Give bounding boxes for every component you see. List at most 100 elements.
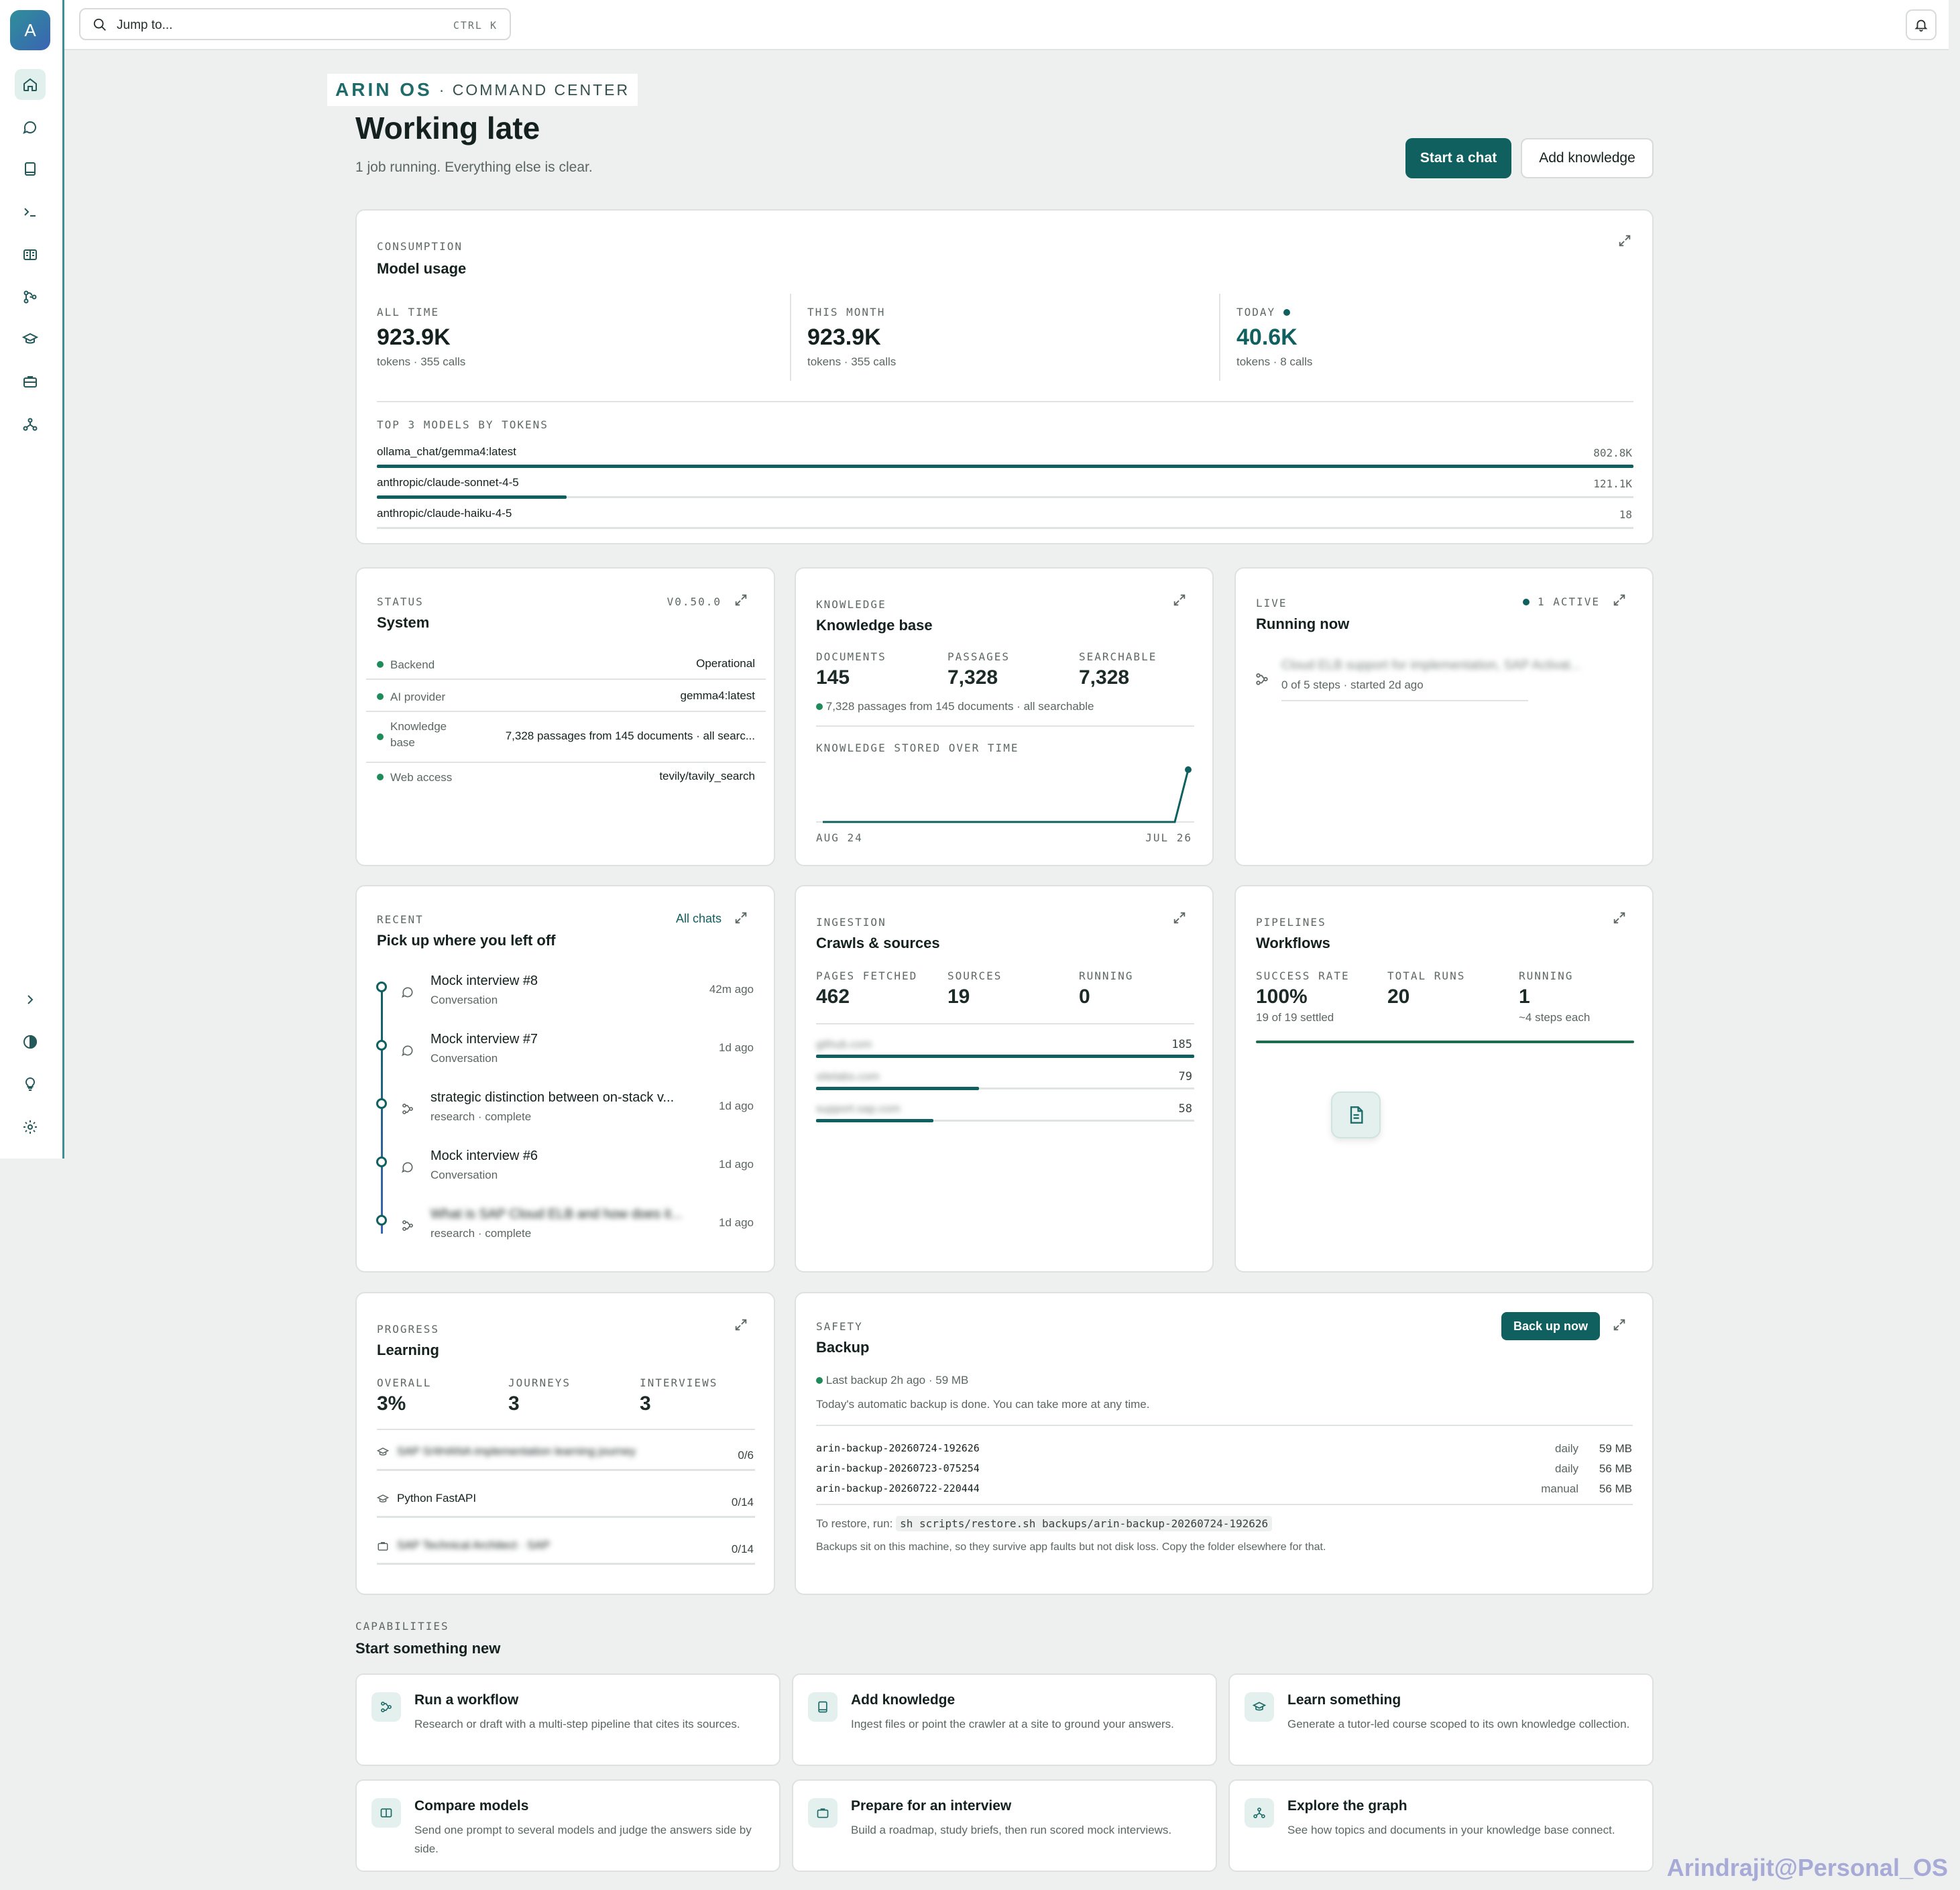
- divider: [366, 678, 766, 680]
- learn-something-card[interactable]: Learn something Generate a tutor-led cour…: [1228, 1673, 1654, 1766]
- timeline-node: [376, 1215, 387, 1226]
- divider: [816, 1425, 1633, 1426]
- backup-file-name[interactable]: arin-backup-20260724-192626: [816, 1442, 980, 1454]
- workflow-icon[interactable]: [15, 282, 46, 312]
- live-title: Running now: [1256, 615, 1350, 632]
- expand-icon[interactable]: [1612, 1317, 1629, 1335]
- start-chat-button[interactable]: Start a chat: [1405, 138, 1511, 178]
- explore-graph-card[interactable]: Explore the graph See how topics and docu…: [1228, 1779, 1654, 1872]
- theme-toggle-icon[interactable]: [15, 1026, 46, 1057]
- stat-value: 1: [1519, 986, 1530, 1008]
- workflows-card: PIPELINES Workflows SUCCESS RATE 100% 19…: [1234, 885, 1654, 1273]
- stat-value: 3%: [377, 1393, 406, 1415]
- system-row: AI provider gemma4:latest: [366, 684, 766, 711]
- model-name: anthropic/claude-haiku-4-5: [377, 507, 512, 520]
- learning-item-name[interactable]: Python FastAPI: [397, 1492, 476, 1505]
- source-name[interactable]: support.sap.com: [816, 1102, 901, 1116]
- capabilities-eyebrow: CAPABILITIES: [355, 1620, 449, 1633]
- capability-description: Send one prompt to several models and ju…: [414, 1824, 752, 1855]
- add-knowledge-card[interactable]: Add knowledge Ingest files or point the c…: [792, 1673, 1217, 1766]
- backup-file-kind: manual: [1541, 1482, 1578, 1495]
- lightbulb-icon[interactable]: [15, 1069, 46, 1100]
- search-shortcut: CTRL K: [453, 19, 498, 32]
- graduation-cap-icon[interactable]: [15, 324, 46, 355]
- compare-icon[interactable]: [15, 239, 46, 270]
- status-dot: [377, 693, 384, 700]
- restore-command[interactable]: sh scripts/restore.sh backups/arin-backu…: [896, 1516, 1273, 1531]
- timeline-node: [376, 1098, 387, 1109]
- stat-value: 923.9K: [807, 324, 881, 350]
- system-row-value: Operational: [696, 657, 755, 670]
- expand-icon[interactable]: [1172, 593, 1190, 610]
- capability-description: Generate a tutor-led course scoped to it…: [1287, 1718, 1630, 1730]
- gear-icon[interactable]: [15, 1112, 46, 1142]
- model-bar: [377, 465, 1633, 468]
- expand-icon[interactable]: [734, 1317, 751, 1335]
- recent-item-time: 1d ago: [719, 1041, 754, 1054]
- recent-item-title[interactable]: What is SAP Cloud ELB and how does it...: [430, 1207, 682, 1222]
- capability-title: Prepare for an interview: [851, 1798, 1012, 1814]
- terminal-icon[interactable]: [15, 196, 46, 227]
- brand-name: ARIN OS: [335, 79, 433, 100]
- source-name[interactable]: github.com: [816, 1038, 872, 1051]
- learning-item-name[interactable]: SAP S/4HANA implementation learning jour…: [397, 1445, 636, 1458]
- notifications-button[interactable]: [1906, 9, 1937, 40]
- backup-file-name[interactable]: arin-backup-20260722-220444: [816, 1482, 980, 1494]
- capability-description: Build a roadmap, study briefs, then run …: [851, 1824, 1172, 1836]
- chat-icon[interactable]: [15, 112, 46, 143]
- page-subtitle: 1 job running. Everything else is clear.: [355, 160, 593, 175]
- briefcase-icon[interactable]: [15, 366, 46, 397]
- expand-icon[interactable]: [734, 593, 751, 610]
- chat-icon: [401, 986, 416, 1000]
- back-up-now-button[interactable]: Back up now: [1501, 1312, 1600, 1340]
- expand-icon[interactable]: [1612, 593, 1629, 610]
- status-dot: [377, 661, 384, 668]
- avatar[interactable]: A: [10, 10, 50, 50]
- search-input[interactable]: Jump to... CTRL K: [79, 8, 511, 40]
- book-icon: [808, 1692, 838, 1722]
- backup-file-name[interactable]: arin-backup-20260723-075254: [816, 1462, 980, 1474]
- stat-label: TODAY: [1236, 306, 1290, 318]
- prepare-interview-card[interactable]: Prepare for an interview Build a roadmap,…: [792, 1779, 1217, 1872]
- chevron-right-icon[interactable]: [15, 984, 46, 1015]
- run-workflow-card[interactable]: Run a workflow Research or draft with a m…: [355, 1673, 781, 1766]
- stat-label: JOURNEYS: [508, 1376, 571, 1389]
- recent-item-title[interactable]: Mock interview #8: [430, 973, 538, 989]
- backup-file-size: 56 MB: [1599, 1482, 1632, 1495]
- recent-item-title[interactable]: Mock interview #6: [430, 1148, 538, 1164]
- capability-title: Learn something: [1287, 1692, 1401, 1708]
- recent-item-title[interactable]: strategic distinction between on-stack v…: [430, 1090, 674, 1106]
- recent-item-title[interactable]: Mock interview #7: [430, 1032, 538, 1047]
- stat-value: 20: [1387, 986, 1410, 1008]
- document-fab[interactable]: [1331, 1091, 1381, 1138]
- expand-icon[interactable]: [1617, 233, 1635, 251]
- graph-icon[interactable]: [15, 409, 46, 440]
- stat-label: SOURCES: [947, 969, 1002, 982]
- add-knowledge-button[interactable]: Add knowledge: [1521, 138, 1654, 178]
- source-name[interactable]: sitelabs.com: [816, 1070, 879, 1083]
- model-value: 121.1K: [1593, 477, 1632, 490]
- backup-card: SAFETY Backup Back up now Last backup 2h…: [795, 1292, 1654, 1595]
- pipelines-title: Workflows: [1256, 935, 1330, 951]
- stat-sub: 19 of 19 settled: [1256, 1011, 1334, 1024]
- brand: ARIN OS · COMMAND CENTER: [327, 74, 638, 106]
- model-track: [377, 527, 1633, 529]
- all-chats-link[interactable]: All chats: [676, 912, 722, 926]
- home-icon[interactable]: [15, 69, 46, 100]
- backup-file-size: 59 MB: [1599, 1442, 1632, 1455]
- learning-item-name[interactable]: SAP Technical Architect · SAP: [397, 1539, 550, 1552]
- running-job-title[interactable]: Cloud ELB support for implementation, SA…: [1281, 658, 1580, 673]
- book-icon[interactable]: [15, 154, 46, 184]
- compare-models-card[interactable]: Compare models Send one prompt to several…: [355, 1779, 781, 1872]
- expand-icon[interactable]: [734, 910, 751, 928]
- search-icon: [93, 18, 106, 31]
- source-value: 58: [1178, 1102, 1192, 1116]
- model-value: 18: [1619, 508, 1632, 521]
- expand-icon[interactable]: [1172, 910, 1190, 928]
- usage-title: Model usage: [377, 260, 467, 277]
- source-value: 185: [1171, 1038, 1192, 1051]
- system-row: Web access tevily/tavily_search: [366, 764, 766, 791]
- pipelines-eyebrow: PIPELINES: [1256, 916, 1326, 929]
- recent-item-sub: Conversation: [430, 994, 498, 1006]
- expand-icon[interactable]: [1612, 910, 1629, 928]
